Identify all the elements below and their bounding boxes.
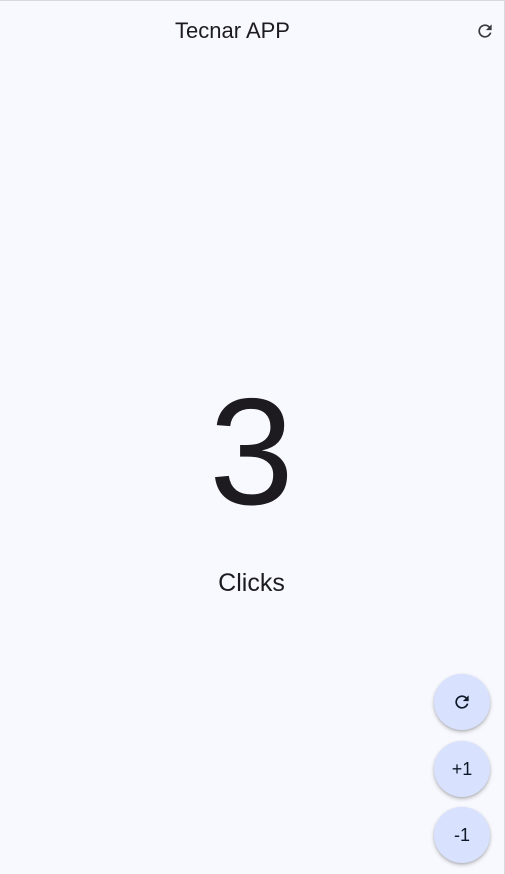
counter-screen: Tecnar APP 3 Clicks +1 -1: [0, 0, 505, 874]
click-count-value: 3: [209, 367, 294, 537]
increment-button[interactable]: +1: [434, 741, 490, 797]
click-count-label: Clicks: [218, 569, 285, 597]
app-bar: Tecnar APP: [0, 1, 505, 61]
refresh-icon: [475, 21, 495, 41]
reset-counter-button[interactable]: [434, 674, 490, 730]
refresh-button[interactable]: [471, 17, 499, 45]
refresh-icon: [452, 692, 472, 712]
decrement-button[interactable]: -1: [434, 807, 490, 863]
app-title: Tecnar APP: [175, 18, 290, 43]
